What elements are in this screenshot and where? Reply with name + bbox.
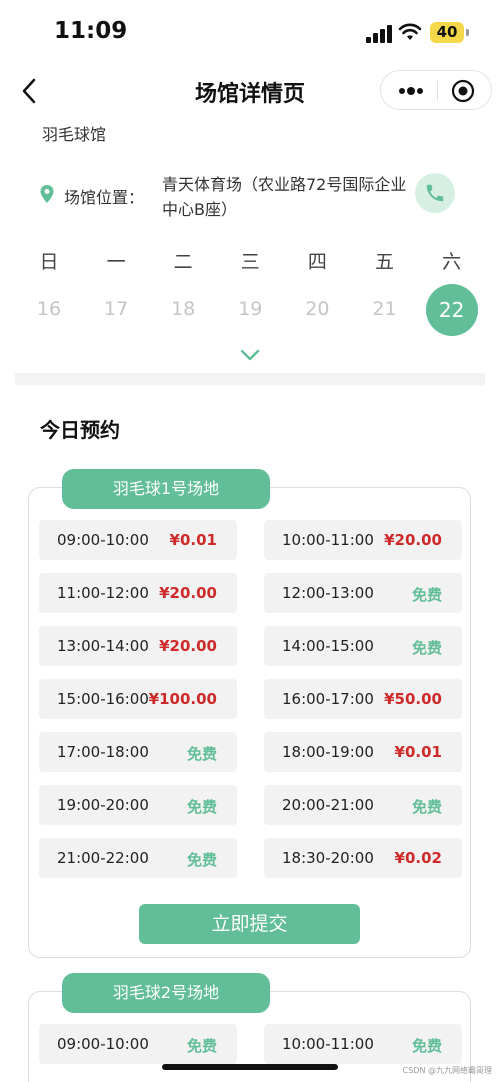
date-row: 16 17 18 19 20 21 22 bbox=[15, 284, 485, 336]
capsule-divider bbox=[437, 81, 438, 101]
time-slot[interactable]: 20:00-21:00 免费 bbox=[264, 785, 462, 825]
weekday-row: 日一二三四五六 bbox=[15, 241, 485, 281]
date-selected[interactable]: 22 bbox=[425, 284, 478, 336]
time-slot[interactable]: 18:30-20:00 ¥0.02 bbox=[264, 838, 462, 878]
slot-time: 13:00-14:00 bbox=[57, 637, 149, 655]
time-slot[interactable]: 15:00-16:00 ¥100.00 bbox=[39, 679, 237, 719]
slot-price: ¥0.01 bbox=[394, 743, 442, 761]
time-slot[interactable]: 18:00-19:00 ¥0.01 bbox=[264, 732, 462, 772]
slot-time: 20:00-21:00 bbox=[282, 796, 374, 814]
slot-price: 免费 bbox=[411, 1037, 442, 1055]
weekday-label: 三 bbox=[240, 251, 260, 273]
wifi-icon bbox=[398, 23, 422, 40]
slot-price: 免费 bbox=[411, 798, 442, 816]
venue-name: 羽毛球馆 bbox=[42, 125, 107, 144]
weekday-label: 五 bbox=[374, 251, 394, 273]
slot-time: 21:00-22:00 bbox=[57, 849, 149, 867]
slot-time: 11:00-12:00 bbox=[57, 584, 149, 602]
time-slot[interactable]: 11:00-12:00 ¥20.00 bbox=[39, 573, 237, 613]
status-time: 11:09 bbox=[54, 18, 128, 44]
slot-price: ¥50.00 bbox=[384, 690, 442, 708]
nav-bar: 场馆详情页 bbox=[0, 66, 500, 116]
mini-program-capsule bbox=[380, 70, 492, 110]
slot-price: 免费 bbox=[186, 851, 217, 869]
court-name-tab: 羽毛球2号场地 bbox=[62, 973, 270, 1013]
slot-time: 16:00-17:00 bbox=[282, 690, 374, 708]
date-item[interactable]: 21 bbox=[358, 298, 412, 320]
phone-icon bbox=[426, 184, 444, 202]
slot-price: ¥20.00 bbox=[384, 531, 442, 549]
close-target-icon[interactable] bbox=[451, 79, 475, 103]
slot-time: 09:00-10:00 bbox=[57, 1035, 149, 1053]
location-pin-icon bbox=[40, 185, 54, 203]
slot-price: 免费 bbox=[186, 798, 217, 816]
slot-price: ¥0.02 bbox=[394, 849, 442, 867]
slot-price: 免费 bbox=[411, 639, 442, 657]
home-indicator bbox=[162, 1064, 338, 1070]
battery-cap bbox=[466, 29, 469, 36]
time-slot[interactable]: 10:00-11:00 免费 bbox=[264, 1024, 462, 1064]
date-item[interactable]: 18 bbox=[156, 298, 210, 320]
time-slot[interactable]: 21:00-22:00 免费 bbox=[39, 838, 237, 878]
slot-price: 免费 bbox=[411, 586, 442, 604]
slot-time: 14:00-15:00 bbox=[282, 637, 374, 655]
slot-price: ¥20.00 bbox=[159, 637, 217, 655]
venue-address: 青天体育场（农业路72号国际企业中心B座） bbox=[162, 175, 407, 219]
time-slot[interactable]: 16:00-17:00 ¥50.00 bbox=[264, 679, 462, 719]
date-item[interactable]: 16 bbox=[22, 298, 76, 320]
battery-indicator: 40 bbox=[430, 22, 464, 43]
date-item[interactable]: 19 bbox=[223, 298, 277, 320]
watermark: CSDN @九九网络霸哥理 bbox=[402, 1066, 492, 1075]
date-item[interactable]: 17 bbox=[89, 298, 143, 320]
section-divider bbox=[15, 373, 485, 385]
slot-price: ¥20.00 bbox=[159, 584, 217, 602]
slot-time: 18:00-19:00 bbox=[282, 743, 374, 761]
today-booking-title: 今日预约 bbox=[40, 418, 120, 442]
signal-icon bbox=[366, 25, 392, 43]
location-label: 场馆位置： bbox=[64, 188, 145, 207]
slot-price: 免费 bbox=[186, 745, 217, 763]
weekday-label: 日 bbox=[39, 251, 59, 273]
status-bar: 11:09 40 bbox=[0, 0, 500, 66]
call-button[interactable] bbox=[415, 173, 455, 213]
weekday-label: 六 bbox=[442, 251, 462, 273]
weekday-label: 一 bbox=[106, 251, 126, 273]
time-slot[interactable]: 12:00-13:00 免费 bbox=[264, 573, 462, 613]
slot-price: 免费 bbox=[186, 1037, 217, 1055]
time-slot[interactable]: 13:00-14:00 ¥20.00 bbox=[39, 626, 237, 666]
time-slot[interactable]: 09:00-10:00 免费 bbox=[39, 1024, 237, 1064]
date-item[interactable]: 20 bbox=[290, 298, 344, 320]
chevron-down-icon[interactable] bbox=[240, 349, 260, 361]
weekday-label: 四 bbox=[307, 251, 327, 273]
time-slot[interactable]: 19:00-20:00 免费 bbox=[39, 785, 237, 825]
submit-button[interactable]: 立即提交 bbox=[139, 904, 360, 944]
slot-time: 19:00-20:00 bbox=[57, 796, 149, 814]
slot-time: 12:00-13:00 bbox=[282, 584, 374, 602]
court-name-tab: 羽毛球1号场地 bbox=[62, 469, 270, 509]
slot-time: 09:00-10:00 bbox=[57, 531, 149, 549]
slot-price: ¥0.01 bbox=[169, 531, 217, 549]
slot-time: 10:00-11:00 bbox=[282, 1035, 374, 1053]
slot-time: 17:00-18:00 bbox=[57, 743, 149, 761]
slot-time: 15:00-16:00 bbox=[57, 690, 149, 708]
slot-price: ¥100.00 bbox=[148, 690, 217, 708]
slot-time: 10:00-11:00 bbox=[282, 531, 374, 549]
time-slot[interactable]: 14:00-15:00 免费 bbox=[264, 626, 462, 666]
time-slot[interactable]: 17:00-18:00 免费 bbox=[39, 732, 237, 772]
slot-time: 18:30-20:00 bbox=[282, 849, 374, 867]
time-slot[interactable]: 10:00-11:00 ¥20.00 bbox=[264, 520, 462, 560]
time-slot[interactable]: 09:00-10:00 ¥0.01 bbox=[39, 520, 237, 560]
more-icon[interactable] bbox=[397, 83, 425, 99]
weekday-label: 二 bbox=[173, 251, 193, 273]
